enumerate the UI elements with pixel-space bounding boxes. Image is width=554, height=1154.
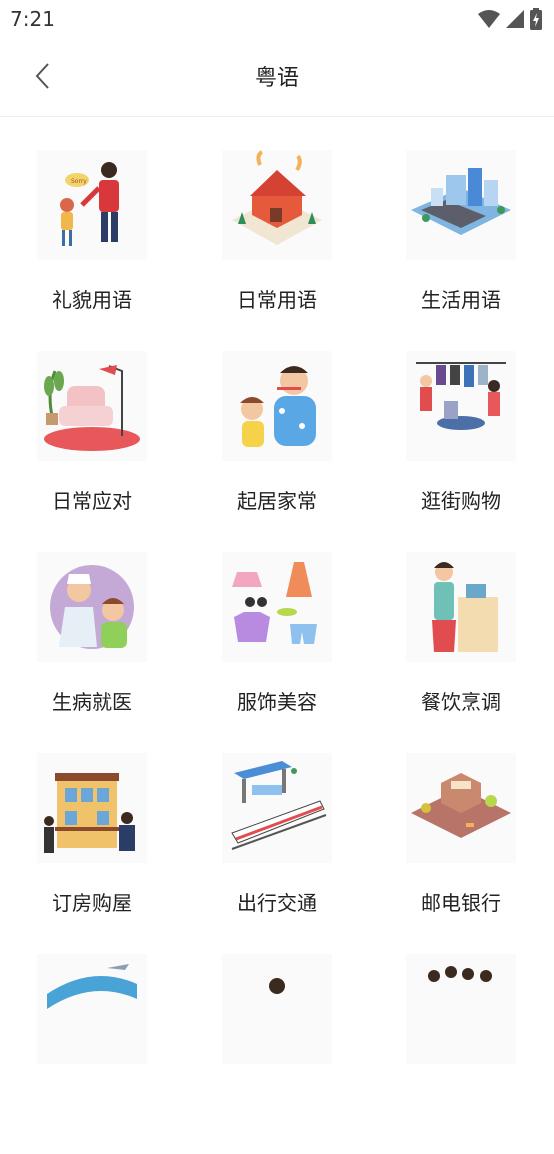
page-title: 粤语 [254, 66, 299, 91]
status-time: 7:21 [10, 7, 55, 31]
category-tile[interactable]: 订房购屋 [0, 753, 184, 953]
app-bar: 粤语 [0, 38, 554, 117]
category-label: 生活用语 [421, 288, 501, 312]
category-tile[interactable]: 邮电银行 [369, 753, 553, 953]
signal-icon [506, 10, 524, 28]
category-label: 服饰美容 [237, 690, 317, 714]
group-illustration-icon [406, 954, 516, 1064]
category-label: 邮电银行 [421, 891, 501, 915]
city-illustration-icon [406, 150, 516, 260]
train-illustration-icon [222, 753, 332, 863]
status-bar: 7:21 [0, 0, 554, 38]
category-label: 订房购屋 [52, 891, 132, 915]
bank-illustration-icon [406, 753, 516, 863]
category-tile[interactable] [0, 954, 184, 1154]
greeting-illustration-icon: Sorry [37, 150, 147, 260]
category-label: 日常用语 [237, 288, 317, 312]
category-tile[interactable]: 生病就医 [0, 552, 184, 752]
category-tile[interactable]: 日常应对 [0, 351, 184, 551]
category-tile[interactable]: 生活用语 [369, 150, 553, 350]
cooking-illustration-icon [406, 552, 516, 662]
category-tile[interactable]: 出行交通 [185, 753, 369, 953]
status-icons [478, 8, 542, 30]
clothes-shop-illustration-icon [406, 351, 516, 461]
category-tile[interactable]: 餐饮烹调 [369, 552, 553, 752]
building-illustration-icon [37, 753, 147, 863]
category-label: 生病就医 [52, 690, 132, 714]
toothbrush-illustration-icon [222, 351, 332, 461]
category-tile[interactable]: 日常用语 [185, 150, 369, 350]
category-label: 出行交通 [237, 891, 317, 915]
fashion-illustration-icon [222, 552, 332, 662]
doctor-illustration-icon [37, 552, 147, 662]
category-label: 餐饮烹调 [421, 690, 501, 714]
travel-illustration-icon [37, 954, 147, 1064]
category-label: 起居家常 [237, 489, 317, 513]
category-tile[interactable]: Sorry 礼貌用语 [0, 150, 184, 350]
living-room-illustration-icon [37, 351, 147, 461]
svg-text:Sorry: Sorry [71, 178, 87, 185]
category-label: 逛街购物 [421, 489, 501, 513]
house-illustration-icon [222, 150, 332, 260]
wifi-icon [478, 10, 500, 28]
category-tile[interactable]: 起居家常 [185, 351, 369, 551]
person-illustration-icon [222, 954, 332, 1064]
category-label: 日常应对 [52, 489, 132, 513]
category-tile[interactable]: 服饰美容 [185, 552, 369, 752]
category-tile[interactable]: 逛街购物 [369, 351, 553, 551]
category-tile[interactable] [185, 954, 369, 1154]
category-tile[interactable] [369, 954, 553, 1154]
battery-icon [530, 8, 542, 30]
category-label: 礼貌用语 [52, 288, 132, 312]
